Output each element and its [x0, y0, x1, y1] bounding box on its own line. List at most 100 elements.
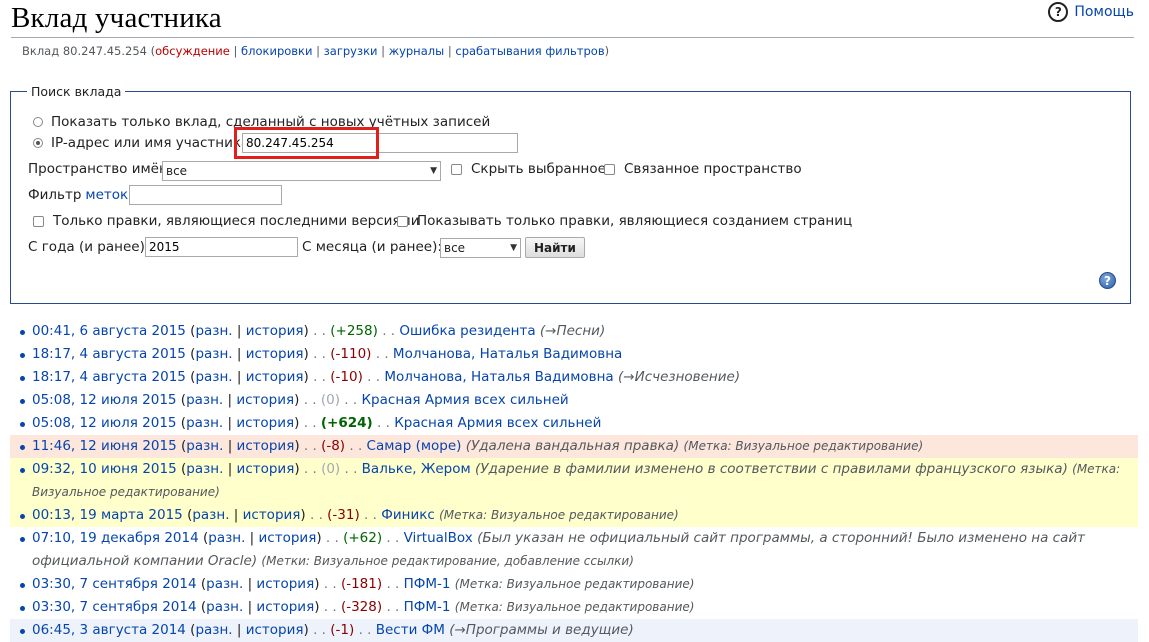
article-link[interactable]: Молчанова, Наталья Вадимовна: [393, 346, 622, 362]
history-link[interactable]: история: [237, 461, 295, 477]
diff-link[interactable]: разн.: [195, 323, 232, 339]
history-link[interactable]: история: [243, 507, 301, 523]
only-latest-label: Только правки, являющиеся последними вер…: [53, 213, 420, 229]
edit-summary: (Удалена вандальная правка): [465, 438, 680, 454]
size-change: (-8): [321, 438, 346, 454]
subtitle-prefix: Вклад 80.247.45.254: [22, 44, 147, 58]
new-accounts-radio[interactable]: [33, 117, 43, 127]
ip-label: IP-адрес или имя участника:: [51, 135, 254, 151]
history-link[interactable]: история: [259, 530, 317, 546]
diff-link[interactable]: разн.: [186, 461, 223, 477]
revision-date-link[interactable]: 00:41, 6 августа 2015: [32, 323, 186, 339]
revision-date-link[interactable]: 18:17, 4 августа 2015: [32, 346, 186, 362]
hide-selected-checkbox[interactable]: [451, 163, 462, 175]
history-link[interactable]: история: [256, 576, 314, 592]
article-link[interactable]: Красная Армия всех сильней: [394, 415, 601, 431]
discussion-link[interactable]: обсуждение: [155, 44, 230, 58]
ip-radio[interactable]: [33, 138, 43, 148]
associated-ns-option[interactable]: Связанное пространство: [604, 161, 802, 177]
size-change: (-110): [330, 346, 372, 362]
size-change: (0): [320, 392, 340, 408]
edit-summary: (→Исчезновение): [618, 369, 741, 385]
submit-button[interactable]: Найти: [525, 237, 585, 258]
month-select[interactable]: все ▼: [440, 238, 521, 258]
ip-option[interactable]: IP-адрес или имя участника:: [33, 135, 254, 151]
separator-dots: . .: [344, 392, 358, 408]
only-creations-checkbox[interactable]: [397, 215, 408, 227]
revision-date-link[interactable]: 11:46, 12 июня 2015: [32, 438, 177, 454]
article-link[interactable]: Молчанова, Наталья Вадимовна: [384, 369, 613, 385]
filters-link[interactable]: срабатывания фильтров: [455, 44, 604, 58]
diff-link[interactable]: разн.: [206, 576, 243, 592]
size-change: (-328): [340, 599, 383, 615]
namespace-select[interactable]: все ▼: [162, 161, 441, 181]
diff-link[interactable]: разн.: [206, 599, 243, 615]
history-link[interactable]: история: [237, 438, 295, 454]
revision-date-link[interactable]: 05:08, 12 июля 2015: [32, 392, 177, 408]
history-link[interactable]: история: [246, 369, 304, 385]
separator-dots: . .: [303, 461, 317, 477]
namespace-value: все: [166, 164, 188, 178]
separator-dots: . .: [386, 576, 400, 592]
diff-link[interactable]: разн.: [195, 346, 232, 362]
list-item: 00:13, 19 марта 2015 (разн. | история) .…: [10, 504, 1138, 527]
diff-link[interactable]: разн.: [186, 438, 223, 454]
associated-ns-checkbox[interactable]: [604, 163, 615, 175]
history-link[interactable]: история: [236, 392, 294, 408]
hide-selected-option[interactable]: Скрыть выбранное: [451, 161, 606, 177]
help-link[interactable]: ? Помощь: [1048, 2, 1134, 22]
article-link[interactable]: ПФМ-1: [404, 576, 451, 592]
chevron-down-icon: ▼: [510, 243, 517, 253]
diff-link[interactable]: разн.: [192, 507, 229, 523]
revision-date-link[interactable]: 03:30, 7 сентября 2014: [32, 576, 197, 592]
revision-date-link[interactable]: 18:17, 4 августа 2015: [32, 369, 186, 385]
diff-link[interactable]: разн.: [186, 415, 223, 431]
history-link[interactable]: история: [246, 622, 304, 638]
separator-dots: . .: [323, 599, 337, 615]
revision-date-link[interactable]: 06:45, 3 августа 2014: [32, 622, 186, 638]
article-link[interactable]: Самар (море): [367, 438, 462, 454]
tag-filter-input[interactable]: [129, 185, 282, 205]
revision-date-link[interactable]: 00:13, 19 марта 2015: [32, 507, 183, 523]
list-item: 18:17, 4 августа 2015 (разн. | история) …: [10, 366, 1138, 389]
namespace-label: Пространство имён:: [28, 161, 173, 177]
list-item: 18:17, 4 августа 2015 (разн. | история) …: [10, 343, 1138, 366]
separator-dots: . .: [303, 415, 317, 431]
year-input[interactable]: [145, 237, 298, 257]
history-link[interactable]: история: [246, 346, 304, 362]
help-icon[interactable]: ?: [1099, 272, 1116, 289]
article-link[interactable]: Финикс: [381, 507, 435, 523]
list-item: 06:45, 3 августа 2014 (разн. | история) …: [10, 619, 1138, 642]
article-link[interactable]: ПФМ-1: [404, 599, 451, 615]
revision-date-link[interactable]: 05:08, 12 июля 2015: [32, 415, 177, 431]
logs-link[interactable]: журналы: [389, 44, 444, 58]
article-link[interactable]: Вальке, Жером: [362, 461, 471, 477]
article-link[interactable]: Вести ФМ: [376, 622, 445, 638]
article-link[interactable]: Ошибка резидента: [399, 323, 535, 339]
separator-dots: . .: [386, 530, 400, 546]
tag-filter-link[interactable]: меток:: [85, 187, 132, 203]
diff-link[interactable]: разн.: [195, 369, 232, 385]
only-latest-option[interactable]: Только правки, являющиеся последними вер…: [33, 213, 419, 229]
diff-link[interactable]: разн.: [186, 392, 223, 408]
diff-link[interactable]: разн.: [208, 530, 245, 546]
article-link[interactable]: Красная Армия всех сильней: [361, 392, 568, 408]
list-item: 09:32, 10 июня 2015 (разн. | история) . …: [10, 458, 1138, 504]
diff-link[interactable]: разн.: [195, 622, 232, 638]
edit-summary: (→Программы и ведущие): [449, 622, 634, 638]
year-row: С года (и ранее):: [28, 239, 149, 255]
history-link[interactable]: история: [246, 323, 304, 339]
revision-date-link[interactable]: 07:10, 19 декабря 2014: [32, 530, 199, 546]
subtitle: Вклад 80.247.45.254 (обсуждение | блокир…: [22, 44, 610, 58]
article-link[interactable]: VirtualBox: [404, 530, 473, 546]
only-creations-option[interactable]: Показывать только правки, являющиеся соз…: [397, 213, 852, 229]
uploads-link[interactable]: загрузки: [324, 44, 378, 58]
namespace-row: Пространство имён:: [28, 161, 172, 177]
only-latest-checkbox[interactable]: [33, 215, 44, 227]
history-link[interactable]: история: [256, 599, 314, 615]
blocks-link[interactable]: блокировки: [241, 44, 312, 58]
revision-date-link[interactable]: 09:32, 10 июня 2015: [32, 461, 177, 477]
size-change: (+258): [330, 323, 378, 339]
history-link[interactable]: история: [236, 415, 294, 431]
revision-date-link[interactable]: 03:30, 7 сентября 2014: [32, 599, 197, 615]
